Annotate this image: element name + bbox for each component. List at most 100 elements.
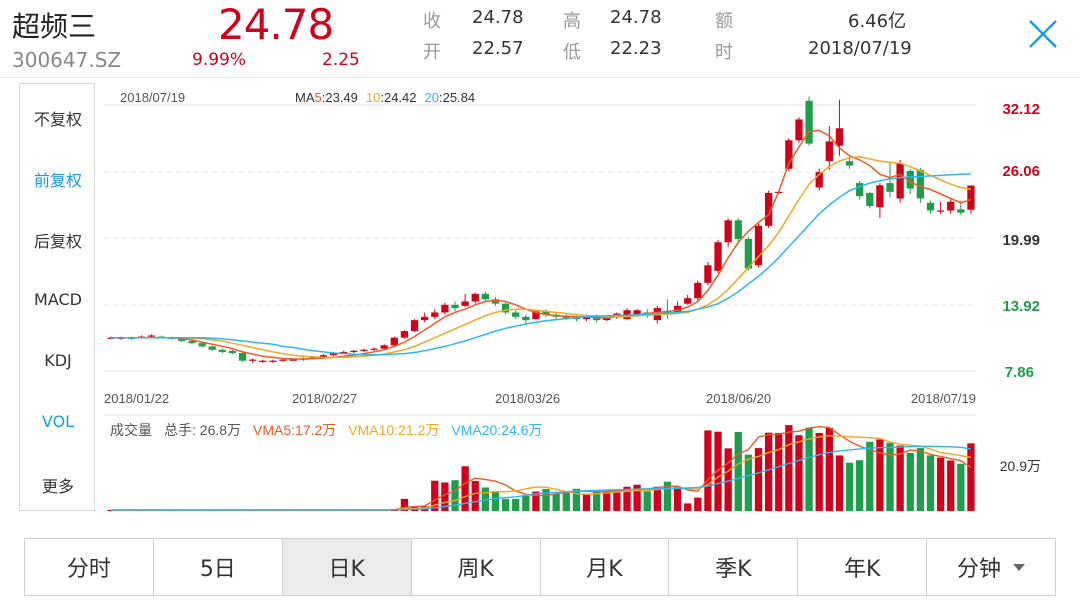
- candle-body: [886, 183, 894, 192]
- x-tick-label: 2018/07/19: [911, 391, 976, 406]
- volume-bar: [522, 495, 530, 511]
- candle-body: [451, 304, 459, 309]
- tab-5-day[interactable]: 5日: [154, 539, 283, 595]
- x-tick-label: 2018/01/22: [104, 391, 169, 406]
- volume-bar: [936, 457, 945, 511]
- tab-weekly-k[interactable]: 周K: [412, 539, 541, 595]
- candle-body: [825, 141, 833, 162]
- volume-bar: [643, 491, 651, 511]
- volume-bar: [845, 462, 854, 511]
- volume-bar: [562, 491, 570, 511]
- tab-monthly-k[interactable]: 月K: [541, 539, 670, 595]
- quote-value-high: 24.78: [610, 7, 662, 28]
- candle-body: [845, 161, 854, 166]
- quote-value-time: 2018/07/19: [808, 38, 912, 59]
- y-tick-label: 19.99: [1002, 232, 1040, 249]
- x-tick-label: 2018/03/26: [495, 391, 560, 406]
- ma10-line: [111, 156, 972, 359]
- quote-label-high: 高: [563, 11, 581, 32]
- sidebar-item-vol[interactable]: VOL: [20, 412, 96, 431]
- candle-body: [522, 316, 530, 321]
- ma5-prefix: MA: [295, 90, 315, 105]
- volume-bar: [491, 491, 500, 511]
- volume-bar: [886, 442, 894, 511]
- volume-bar: [906, 452, 914, 511]
- candle-body: [461, 301, 469, 306]
- vma5-legend: VMA5:17.2万: [253, 422, 336, 438]
- candle-body: [684, 298, 692, 304]
- candle-body: [896, 163, 904, 199]
- tab-intraday[interactable]: 分时: [25, 539, 154, 595]
- tab-label: 分钟: [957, 557, 1002, 582]
- quote-label-amount: 额: [715, 11, 733, 32]
- candles-layer: [107, 96, 975, 363]
- candle-body: [471, 293, 479, 302]
- tab-label: 周K: [457, 557, 494, 582]
- candle-body: [714, 242, 722, 271]
- volume-bar: [815, 432, 823, 511]
- candle-body: [926, 202, 935, 211]
- ma-legend: MA5:23.49 10:24.42 20:25.84: [295, 90, 475, 105]
- sidebar-item-macd[interactable]: MACD: [20, 290, 96, 309]
- tab-quarterly-k[interactable]: 季K: [669, 539, 799, 595]
- vol-legend: 成交量 总手: 26.8万 VMA5:17.2万 VMA10:21.2万 VMA20:2…: [110, 422, 542, 438]
- candle-body: [866, 192, 874, 207]
- vol-title: 成交量: [110, 422, 152, 438]
- close-icon[interactable]: [1025, 16, 1061, 52]
- volume-bar: [967, 443, 975, 511]
- quote-value-open: 22.57: [472, 38, 524, 59]
- volume-bar: [916, 448, 925, 511]
- ma20-value: :25.84: [439, 90, 475, 105]
- candle-body: [410, 320, 419, 332]
- tab-yearly-k[interactable]: 年K: [798, 539, 928, 595]
- sidebar-item-kdj[interactable]: KDJ: [20, 351, 96, 370]
- change-percent: 9.99%: [192, 50, 247, 70]
- volume-bar: [512, 498, 520, 511]
- candle-body: [795, 119, 803, 141]
- indicator-sidebar: 不复权 前复权 后复权 MACD KDJ VOL 更多: [19, 83, 95, 511]
- volume-bar: [795, 435, 803, 511]
- quote-label-time: 时: [715, 42, 733, 63]
- stock-code: 300647.SZ: [12, 48, 122, 72]
- vma20-legend: VMA20:24.6万: [451, 422, 542, 438]
- sidebar-item-forward-adjusted[interactable]: 前复权: [20, 167, 96, 191]
- tab-minute[interactable]: 分钟: [927, 539, 1055, 595]
- candle-body: [238, 353, 247, 361]
- candle-body: [147, 335, 156, 337]
- volume-bar: [471, 480, 479, 511]
- volume-bar: [714, 431, 722, 511]
- candle-body: [198, 343, 206, 347]
- candle-body: [481, 293, 490, 300]
- candle-body: [289, 359, 297, 361]
- tab-label: 月K: [586, 557, 623, 582]
- candle-body: [734, 220, 742, 239]
- stock-name: 超频三: [12, 10, 97, 43]
- volume-bar: [603, 491, 611, 511]
- volume-bar: [704, 430, 712, 511]
- kline-chart[interactable]: 2018/07/19 MA5:23.49 10:24.42 20:25.84 32.…: [96, 83, 1080, 513]
- ma20-label: 20: [425, 90, 439, 105]
- chevron-down-icon: [1013, 563, 1026, 571]
- vma10-legend: VMA10:21.2万: [348, 422, 439, 438]
- volume-bar: [582, 493, 591, 511]
- candle-body: [876, 185, 884, 208]
- quote-value-low: 22.23: [610, 38, 662, 59]
- candle-body: [218, 349, 226, 352]
- quote-label-open: 开: [423, 42, 441, 63]
- ma5-line: [111, 129, 972, 360]
- candle-body: [269, 360, 277, 362]
- sidebar-item-unadjusted[interactable]: 不复权: [20, 106, 96, 130]
- volume-bar: [856, 460, 864, 511]
- candle-body: [208, 346, 216, 350]
- candle-body: [431, 312, 439, 317]
- candle-body: [704, 265, 712, 283]
- sidebar-item-more[interactable]: 更多: [20, 473, 96, 497]
- candle-body: [370, 348, 378, 350]
- candle-body: [835, 128, 844, 146]
- volume-axis-label: 20.9万: [1000, 458, 1041, 474]
- volume-bar: [673, 486, 682, 511]
- tab-daily-k[interactable]: 日K: [282, 539, 412, 595]
- sidebar-item-backward-adjusted[interactable]: 后复权: [20, 228, 96, 252]
- ma5-label: 5: [315, 90, 322, 105]
- ma20-line: [111, 173, 971, 356]
